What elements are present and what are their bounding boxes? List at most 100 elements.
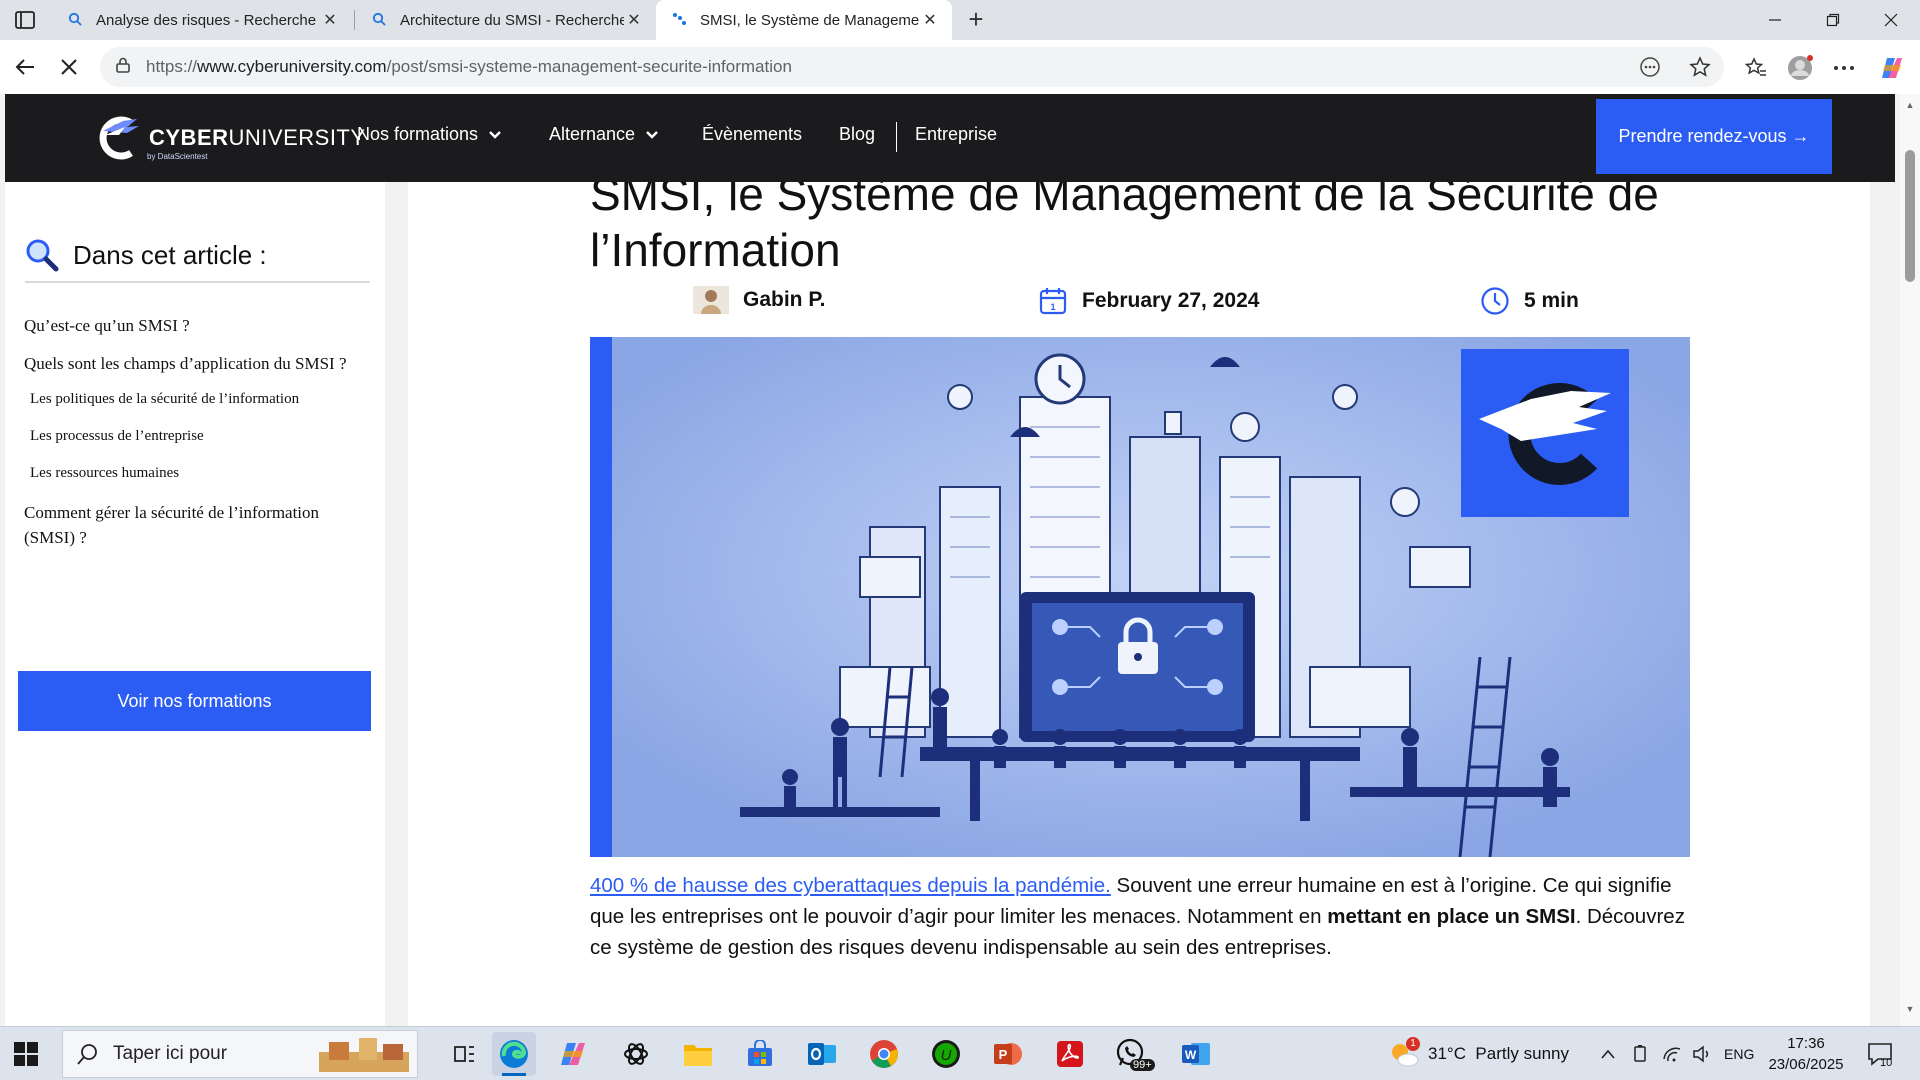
voir-nos-formations-button[interactable]: Voir nos formations — [18, 671, 371, 731]
read-time: 5 min — [1524, 289, 1579, 312]
read-time-meta: 5 min — [1480, 286, 1579, 316]
toc-item-champs-application[interactable]: Quels sont les champs d’application du S… — [24, 351, 364, 376]
back-arrow-icon[interactable] — [12, 54, 38, 80]
author-meta: Gabin P. — [693, 286, 825, 314]
taskbar-clock[interactable]: 17:36 23/06/2025 — [1762, 1033, 1850, 1075]
article-title: SMSI, le Système de Management de la Séc… — [590, 182, 1659, 276]
toc-item-processus-entreprise[interactable]: Les processus de l’entreprise — [30, 428, 204, 445]
file-explorer-icon[interactable] — [676, 1032, 720, 1076]
svg-text:1: 1 — [1050, 302, 1055, 312]
whatsapp-badge: 99+ — [1130, 1059, 1155, 1071]
favorites-icon[interactable] — [1742, 54, 1770, 82]
tab-label: Analyse des risques - Recherche — [96, 11, 317, 29]
cyberuniversity-logo-icon — [99, 116, 139, 160]
url-bar[interactable]: https://www.cyberuniversity.com/post/sms… — [100, 47, 1724, 87]
show-hidden-icons[interactable] — [1600, 1027, 1616, 1080]
weather-widget[interactable]: 1 31°C Partly sunny — [1388, 1027, 1569, 1080]
tab-analyse-risques[interactable]: Analyse des risques - Recherche ✕ — [52, 0, 352, 40]
nav-divider — [896, 122, 897, 152]
toc-title: Dans cet article : — [73, 239, 267, 270]
close-window-icon[interactable] — [1862, 0, 1920, 40]
search-placeholder: Taper ici pour — [113, 1043, 228, 1064]
close-icon[interactable]: ✕ — [920, 10, 940, 30]
active-app-indicator — [502, 1073, 526, 1076]
acrobat-icon[interactable] — [1048, 1032, 1092, 1076]
nav-evenements[interactable]: Évènements — [702, 124, 802, 145]
stop-loading-icon[interactable] — [56, 54, 82, 80]
svg-text:U: U — [941, 1047, 952, 1064]
clock-icon — [1481, 287, 1509, 315]
site-logo[interactable]: CYBERUNIVERSITY by DataScientest — [93, 110, 366, 166]
windows-taskbar: Taper ici pour U P 99+ W 1 31°C Partly s… — [0, 1026, 1920, 1080]
close-icon[interactable]: ✕ — [320, 10, 340, 30]
task-view-icon[interactable] — [442, 1032, 486, 1076]
toc-item-politiques-securite[interactable]: Les politiques de la sécurité de l’infor… — [30, 391, 299, 408]
scrollbar-thumb[interactable] — [1905, 150, 1915, 282]
tab-label: Architecture du SMSI - Recherche — [400, 11, 624, 29]
svg-text:W: W — [1185, 1048, 1197, 1062]
more-menu-icon[interactable] — [1830, 54, 1858, 82]
scroll-down-icon[interactable]: ▼ — [1904, 1004, 1916, 1016]
toc-header: Dans cet article : — [25, 238, 267, 272]
nav-blog[interactable]: Blog — [839, 124, 875, 145]
toc-item-ressources-humaines[interactable]: Les ressources humaines — [30, 465, 179, 482]
notification-center-icon[interactable]: 10 — [1866, 1027, 1894, 1080]
logo-text: CYBERUNIVERSITY — [149, 125, 366, 150]
tab-architecture-smsi[interactable]: Architecture du SMSI - Recherche ✕ — [356, 0, 656, 40]
tab-actions-icon[interactable] — [12, 8, 38, 32]
weather-alert-badge: 1 — [1406, 1037, 1420, 1051]
nav-nos-formations[interactable]: Nos formations — [357, 124, 502, 145]
toc-item-quest-ce-smsi[interactable]: Qu’est-ce qu’un SMSI ? — [24, 313, 364, 338]
chrome-icon[interactable] — [862, 1032, 906, 1076]
language-indicator[interactable]: ENG — [1724, 1027, 1754, 1080]
search-highlight-illustration — [319, 1038, 409, 1072]
cyberattacks-stat-link[interactable]: 400 % de hausse des cyberattaques depuis… — [590, 874, 1111, 897]
svg-text:P: P — [999, 1047, 1008, 1062]
eagle-logo-icon — [1479, 383, 1611, 485]
nav-label: Entreprise — [915, 124, 998, 144]
toc-item-comment-gerer[interactable]: Comment gérer la sécurité de l’informati… — [24, 500, 364, 550]
copilot-app-icon[interactable] — [552, 1032, 596, 1076]
nav-label: Évènements — [702, 124, 803, 144]
upwork-icon[interactable]: U — [924, 1032, 968, 1076]
scroll-up-icon[interactable]: ▲ — [1904, 100, 1916, 112]
author-name: Gabin P. — [743, 288, 826, 311]
battery-icon[interactable] — [1632, 1027, 1650, 1080]
windows-start-icon[interactable] — [12, 1040, 40, 1068]
clock-date: 23/06/2025 — [1768, 1056, 1844, 1073]
chevron-down-icon — [489, 130, 501, 139]
close-icon[interactable]: ✕ — [624, 10, 644, 30]
search-icon — [66, 12, 84, 29]
date-meta: 1 February 27, 2024 — [1038, 286, 1259, 316]
chevron-up-icon — [1601, 1049, 1615, 1059]
tab-smsi-active[interactable]: SMSI, le Système de Management ✕ — [656, 0, 952, 40]
outlook-icon[interactable] — [800, 1032, 844, 1076]
chatgpt-icon[interactable] — [614, 1032, 658, 1076]
tab-label: SMSI, le Système de Management — [700, 11, 920, 29]
volume-icon[interactable] — [1692, 1027, 1712, 1080]
favorite-star-icon[interactable] — [1688, 55, 1712, 79]
lock-icon[interactable] — [114, 56, 136, 79]
profile-avatar-icon[interactable] — [1786, 54, 1814, 82]
page-scrollbar[interactable]: ▲ ▼ — [1900, 94, 1920, 1026]
browser-tab-strip: Analyse des risques - Recherche ✕ Archit… — [0, 0, 1920, 40]
word-icon[interactable]: W — [1174, 1032, 1218, 1076]
new-tab-icon[interactable]: + — [962, 6, 990, 34]
microsoft-store-icon[interactable] — [738, 1032, 782, 1076]
prendre-rendez-vous-button[interactable]: Prendre rendez-vous → — [1596, 99, 1832, 174]
edge-browser-icon[interactable] — [492, 1032, 536, 1076]
taskbar-search[interactable]: Taper ici pour — [62, 1030, 418, 1078]
powerpoint-icon[interactable]: P — [986, 1032, 1030, 1076]
reading-view-icon[interactable] — [1638, 55, 1662, 79]
copilot-icon[interactable] — [1878, 54, 1906, 82]
nav-alternance[interactable]: Alternance — [549, 124, 659, 145]
nav-entreprise[interactable]: Entreprise — [915, 124, 997, 145]
restore-icon[interactable] — [1804, 0, 1862, 40]
wifi-icon[interactable] — [1662, 1027, 1682, 1080]
url-text: https://www.cyberuniversity.com/post/sms… — [146, 57, 792, 76]
site-favicon-icon — [670, 12, 688, 29]
clock-time: 17:36 — [1787, 1035, 1825, 1052]
whatsapp-icon[interactable]: 99+ — [1110, 1032, 1155, 1076]
minimize-icon[interactable] — [1746, 0, 1804, 40]
weather-text: 31°C Partly sunny — [1428, 1044, 1569, 1063]
